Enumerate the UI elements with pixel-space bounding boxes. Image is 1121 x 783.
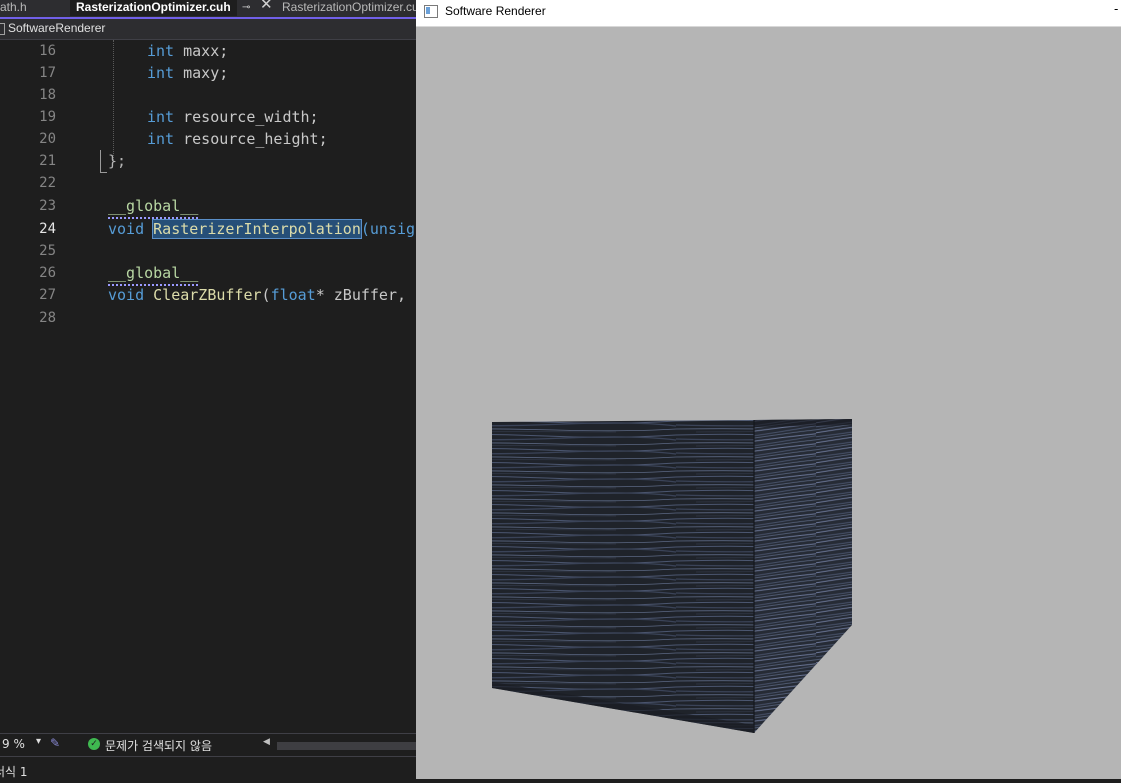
bottom-panel-bar: 서식 1: [0, 756, 416, 779]
tab-math-h[interactable]: ath.h: [0, 0, 27, 17]
minimize-icon[interactable]: -: [1114, 2, 1118, 16]
project-icon: [0, 23, 5, 35]
zoom-level[interactable]: 9 %: [2, 737, 25, 751]
global-qualifier: __global__: [108, 195, 199, 219]
code-line: 22: [0, 172, 416, 194]
line-number: 19: [39, 109, 56, 125]
bottom-panel-label: 서식 1: [0, 765, 28, 779]
line-number: 20: [39, 131, 56, 147]
code-line: 17 int maxy;: [0, 62, 416, 84]
identifier: resource_width;: [174, 108, 319, 126]
code-line: 25: [0, 240, 416, 262]
keyword: float: [270, 286, 316, 304]
keyword: void: [108, 286, 145, 304]
rendered-scene: [492, 419, 852, 733]
keyword: void: [108, 220, 145, 238]
line-number: 28: [39, 310, 56, 326]
code-line: 20 int resource_height;: [0, 128, 416, 150]
code-line: 19 int resource_width;: [0, 106, 416, 128]
identifier: resource_height;: [174, 130, 328, 148]
closing-brace: };: [108, 152, 127, 170]
render-viewport: [416, 27, 1121, 779]
code-editor[interactable]: ath.h RasterizationOptimizer.cuh ⊸ ✕ Ras…: [0, 0, 416, 779]
keyword: int: [147, 108, 175, 126]
code-line: 18: [0, 84, 416, 106]
line-number: 24: [39, 221, 56, 237]
identifier: maxx;: [174, 42, 229, 60]
line-number: 22: [39, 175, 56, 191]
line-number: 17: [39, 65, 56, 81]
global-qualifier: __global__: [108, 262, 199, 286]
line-number: 27: [39, 287, 56, 303]
editor-status-bar: 9 % ▾ ✎ ✓ 문제가 검색되지 않음 ◀: [0, 733, 416, 756]
function-args: * zBuffer,: [315, 286, 407, 304]
window-title: Software Renderer: [445, 4, 546, 18]
code-line: 16 int maxx;: [0, 40, 416, 62]
paren: (: [261, 286, 271, 304]
function-name: ClearZBuffer: [153, 286, 262, 304]
cube-front-face: [492, 420, 754, 733]
app-icon: [424, 5, 438, 18]
identifier: maxy;: [174, 64, 229, 82]
line-number: 16: [39, 43, 56, 59]
renderer-window[interactable]: Software Renderer -: [416, 0, 1121, 779]
check-icon: ✓: [88, 738, 100, 750]
selected-function-name[interactable]: RasterizerInterpolation: [152, 219, 362, 239]
line-number: 26: [39, 265, 56, 281]
tab-label: RasterizationOptimizer.cuh: [76, 0, 231, 14]
tab-rasterization-optimizer-cu[interactable]: RasterizationOptimizer.cu: [282, 0, 416, 17]
horizontal-scrollbar[interactable]: [277, 742, 416, 750]
scroll-left-icon[interactable]: ◀: [263, 737, 270, 747]
line-number: 25: [39, 243, 56, 259]
tab-rasterization-optimizer-cuh[interactable]: RasterizationOptimizer.cuh ⊸ ✕: [70, 0, 273, 16]
code-cleanup-icon[interactable]: ✎: [50, 736, 60, 750]
code-line: 27 void ClearZBuffer(float* zBuffer,: [0, 284, 416, 306]
navigation-bar: SoftwareRenderer: [0, 19, 416, 40]
window-titlebar[interactable]: Software Renderer -: [416, 0, 1121, 27]
issues-status[interactable]: 문제가 검색되지 않음: [105, 737, 212, 754]
code-line: 21 };: [0, 150, 416, 172]
chevron-down-icon[interactable]: ▾: [36, 736, 41, 747]
close-icon[interactable]: ✕: [260, 0, 273, 12]
code-line-current: 24 void RasterizerInterpolation(unsig: [0, 218, 416, 240]
line-number: 23: [39, 198, 56, 214]
keyword: int: [147, 64, 175, 82]
cube-side-face: [754, 419, 852, 733]
function-args: (unsig: [360, 220, 416, 238]
code-line: 26 __global__: [0, 262, 416, 286]
pin-icon[interactable]: ⊸: [242, 1, 250, 15]
tab-label: ath.h: [0, 0, 27, 14]
line-number: 18: [39, 87, 56, 103]
code-line: 28: [0, 307, 416, 329]
project-dropdown[interactable]: SoftwareRenderer: [8, 21, 105, 35]
keyword: int: [147, 42, 175, 60]
line-number: 21: [39, 153, 56, 169]
code-line: 23 __global__: [0, 195, 416, 219]
tab-label: RasterizationOptimizer.cu: [282, 0, 416, 14]
editor-tab-bar: ath.h RasterizationOptimizer.cuh ⊸ ✕ Ras…: [0, 0, 416, 19]
keyword: int: [147, 130, 175, 148]
code-area[interactable]: 16 int maxx; 17 int maxy; 18 19 int reso…: [0, 40, 416, 730]
